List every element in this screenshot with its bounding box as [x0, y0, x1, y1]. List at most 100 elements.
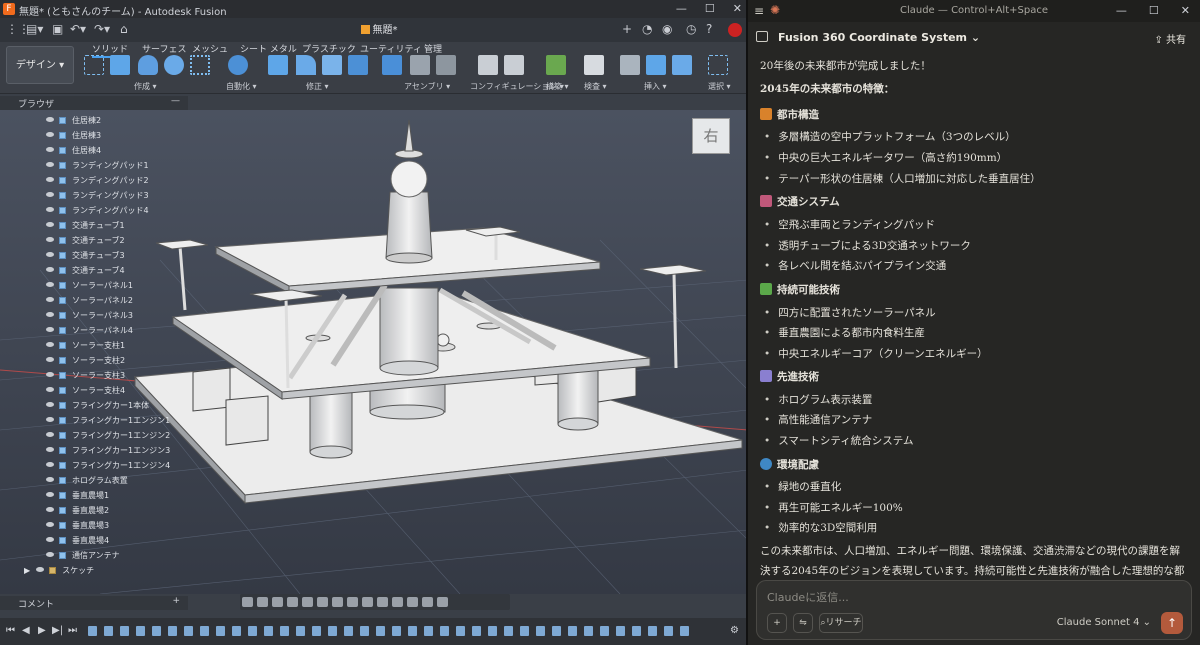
play-icon[interactable]: ▶	[38, 625, 46, 636]
effects-icon[interactable]	[422, 597, 433, 607]
tab-manage[interactable]: 管理	[424, 42, 442, 55]
close-icon[interactable]: ✕	[1181, 4, 1190, 17]
eye-icon[interactable]	[46, 327, 54, 332]
box-select-icon[interactable]	[362, 597, 373, 607]
list-item[interactable]: ランディングパッド2	[46, 173, 186, 188]
timeline-feature-icon[interactable]	[504, 626, 513, 636]
eye-icon[interactable]	[46, 267, 54, 272]
group-assemble[interactable]: アセンブリ ▾	[404, 81, 450, 92]
section-icon[interactable]	[392, 597, 403, 607]
extrude-icon[interactable]	[110, 55, 130, 75]
timeline-feature-icon[interactable]	[632, 626, 641, 636]
eye-icon[interactable]	[46, 417, 54, 422]
group-select[interactable]: 選択 ▾	[708, 81, 731, 92]
timeline-feature-icon[interactable]	[600, 626, 609, 636]
timeline-feature-icon[interactable]	[360, 626, 369, 636]
timeline-feature-icon[interactable]	[232, 626, 241, 636]
automate-icon[interactable]	[228, 55, 248, 75]
timeline-feature-icon[interactable]	[280, 626, 289, 636]
eye-icon[interactable]	[46, 162, 54, 167]
viewports-icon[interactable]	[347, 597, 358, 607]
eye-icon[interactable]	[46, 252, 54, 257]
timeline-feature-icon[interactable]	[296, 626, 305, 636]
eye-icon[interactable]	[46, 237, 54, 242]
list-item[interactable]: 住居棟3	[46, 128, 186, 143]
list-item[interactable]: ランディングパッド3	[46, 188, 186, 203]
new-tab-icon[interactable]: +	[622, 22, 632, 36]
timeline-feature-icon[interactable]	[648, 626, 657, 636]
insert-derive-icon[interactable]	[620, 55, 640, 75]
timeline-feature-icon[interactable]	[168, 626, 177, 636]
measure-icon[interactable]	[584, 55, 604, 75]
timeline-feature-icon[interactable]	[200, 626, 209, 636]
eye-icon[interactable]	[46, 522, 54, 527]
eye-icon[interactable]	[46, 132, 54, 137]
create-sketch-icon[interactable]	[84, 55, 104, 75]
timeline-settings-icon[interactable]: ⚙	[730, 625, 739, 636]
timeline-feature-icon[interactable]	[584, 626, 593, 636]
tab-sheet-metal[interactable]: シート メタル	[240, 42, 297, 55]
list-item[interactable]: ソーラー支柱4	[46, 383, 186, 398]
model-selector[interactable]: Claude Sonnet 4 ⌄	[1057, 617, 1151, 628]
list-item[interactable]: 垂直農場1	[46, 488, 186, 503]
eye-icon[interactable]	[46, 297, 54, 302]
list-item[interactable]: 住居棟2	[46, 113, 186, 128]
redo-icon[interactable]: ↷▾	[94, 22, 110, 36]
timeline-feature-icon[interactable]	[664, 626, 673, 636]
minimize-icon[interactable]: —	[676, 2, 687, 15]
list-item[interactable]: ランディングパッド1	[46, 158, 186, 173]
eye-icon[interactable]	[46, 432, 54, 437]
save-icon[interactable]: ▣	[52, 22, 63, 36]
list-item[interactable]: フライングカー1本体	[46, 398, 186, 413]
select-icon[interactable]	[708, 55, 728, 75]
comment-bar[interactable]: コメント +	[0, 596, 188, 610]
eye-icon[interactable]	[46, 147, 54, 152]
tab-mesh[interactable]: メッシュ	[192, 42, 228, 55]
add-comment-icon[interactable]: +	[172, 596, 180, 606]
eye-icon[interactable]	[46, 192, 54, 197]
list-item[interactable]: ソーラーパネル3	[46, 308, 186, 323]
revolve-icon[interactable]	[138, 55, 158, 75]
eye-icon[interactable]	[46, 207, 54, 212]
file-icon[interactable]: ▤▾	[26, 22, 43, 36]
group-inspect[interactable]: 検査 ▾	[584, 81, 607, 92]
timeline-feature-icon[interactable]	[488, 626, 497, 636]
list-item[interactable]: ソーラー支柱3	[46, 368, 186, 383]
maximize-icon[interactable]: ☐	[705, 2, 715, 15]
list-item[interactable]: 垂直農場2	[46, 503, 186, 518]
eye-icon[interactable]	[46, 282, 54, 287]
list-item[interactable]: フライングカー1エンジン4	[46, 458, 186, 473]
eye-icon[interactable]	[46, 462, 54, 467]
new-component-icon[interactable]	[382, 55, 402, 75]
timeline-feature-icon[interactable]	[680, 626, 689, 636]
reply-input-box[interactable]: Claudeに返信... + ⇋ ⌕リサーチ Claude Sonnet 4 ⌄…	[756, 580, 1192, 640]
timeline-feature-icon[interactable]	[248, 626, 257, 636]
list-item[interactable]: 交通チューブ2	[46, 233, 186, 248]
expand-arrow-icon[interactable]: ▶	[24, 566, 30, 575]
home-icon[interactable]: ⌂	[120, 22, 128, 36]
camera-icon[interactable]	[437, 597, 448, 607]
eye-icon[interactable]	[46, 312, 54, 317]
group-modify[interactable]: 修正 ▾	[306, 81, 329, 92]
shell-icon[interactable]	[322, 55, 342, 75]
render-icon[interactable]	[407, 597, 418, 607]
eye-icon[interactable]	[46, 402, 54, 407]
construct-plane-icon[interactable]	[546, 55, 566, 75]
list-item[interactable]: ランディングパッド4	[46, 203, 186, 218]
list-item[interactable]: ホログラム表置	[46, 473, 186, 488]
eye-icon[interactable]	[46, 477, 54, 482]
skip-start-icon[interactable]: ⏮	[6, 625, 15, 636]
add-attachment-button[interactable]: +	[767, 613, 787, 633]
fit-icon[interactable]	[302, 597, 313, 607]
eye-icon[interactable]	[46, 387, 54, 392]
group-create[interactable]: 作成 ▾	[134, 81, 157, 92]
joint-icon[interactable]	[410, 55, 430, 75]
timeline-feature-icon[interactable]	[184, 626, 193, 636]
notifications-icon[interactable]: ◉	[662, 22, 672, 36]
tools-button[interactable]: ⇋	[793, 613, 813, 633]
collapse-icon[interactable]: —	[171, 96, 180, 106]
maximize-icon[interactable]: ☐	[1149, 4, 1159, 17]
timeline-feature-icon[interactable]	[216, 626, 225, 636]
list-item[interactable]: ソーラーパネル1	[46, 278, 186, 293]
display-mode-icon[interactable]	[317, 597, 328, 607]
